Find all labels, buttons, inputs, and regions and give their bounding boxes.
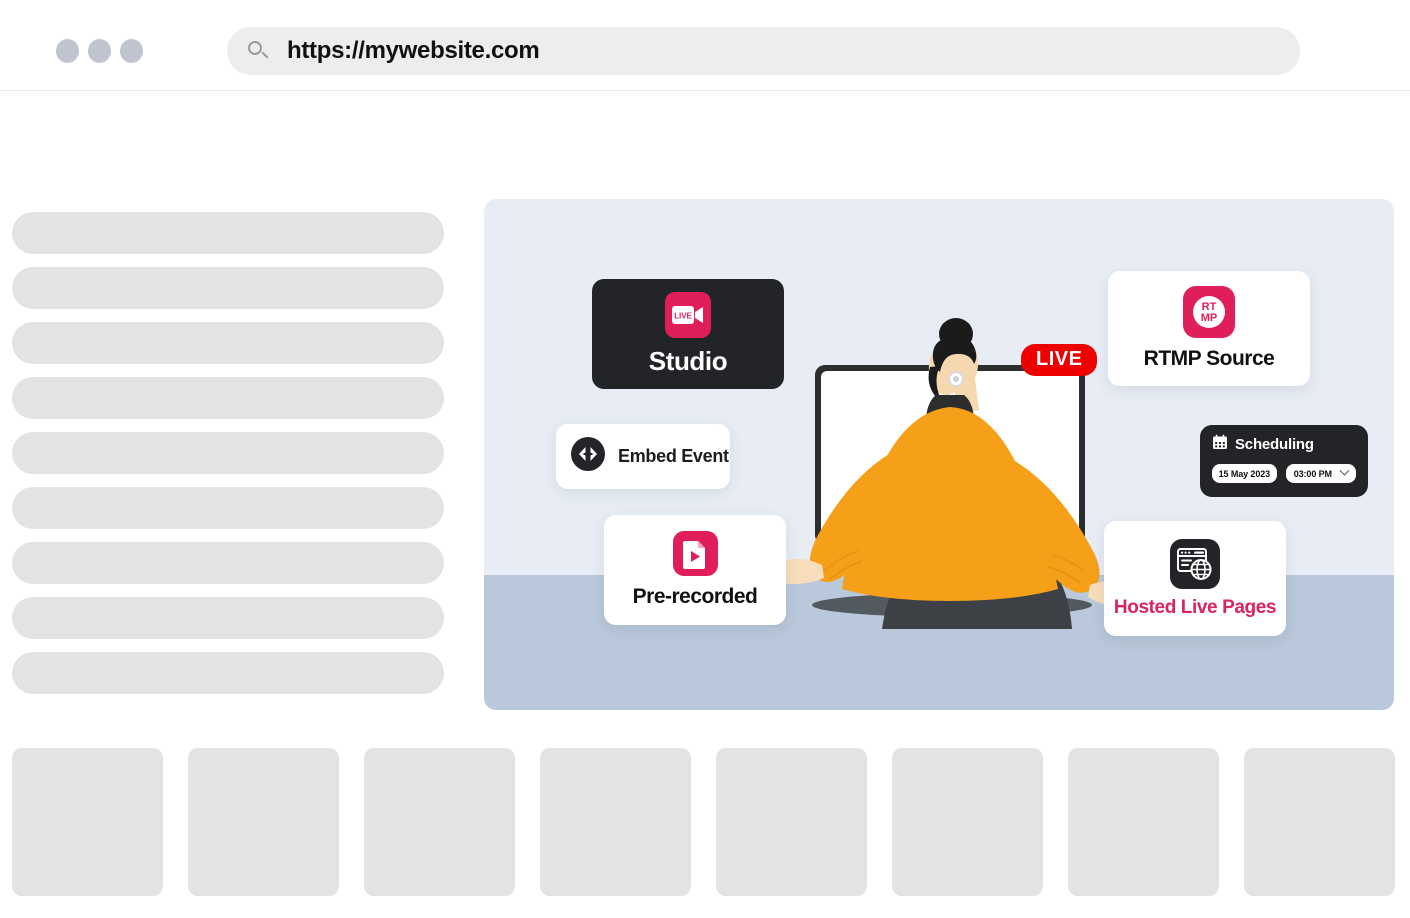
- window-controls[interactable]: [56, 39, 143, 63]
- skeleton-bar: [12, 377, 444, 419]
- card-embed-event-label: Embed Event: [618, 446, 729, 466]
- skeleton-bar: [12, 432, 444, 474]
- floor-shadow: [812, 593, 1092, 617]
- card-pre-recorded-label: Pre-recorded: [632, 585, 758, 608]
- skeleton-bar: [12, 597, 444, 639]
- code-brackets-icon: [570, 436, 606, 477]
- calendar-icon: [1212, 434, 1228, 455]
- live-camera-icon: LIVE: [665, 291, 711, 338]
- skeleton-thumbnail: [540, 748, 691, 896]
- address-bar[interactable]: https://mywebsite.com: [227, 27, 1300, 75]
- scheduling-header: Scheduling: [1212, 434, 1356, 455]
- live-badge: LIVE: [1021, 344, 1098, 376]
- card-pre-recorded[interactable]: Pre-recorded: [604, 515, 786, 625]
- skeleton-thumbnail: [1068, 748, 1219, 896]
- scheduling-time-value: 03:00 PM: [1293, 468, 1332, 479]
- window-dot-close[interactable]: [56, 39, 79, 63]
- skeleton-thumbnail: [892, 748, 1043, 896]
- video-screen: [815, 365, 1085, 545]
- document-play-icon: [672, 531, 718, 576]
- svg-text:LIVE: LIVE: [674, 311, 692, 320]
- skeleton-thumbnail: [1244, 748, 1395, 896]
- browser-window: https://mywebsite.com LIVE LIVE Studio E…: [0, 0, 1410, 918]
- scheduling-date-input[interactable]: 15 May 2023: [1212, 464, 1277, 483]
- skeleton-thumbnail: [364, 748, 515, 896]
- chevron-down-icon: [1339, 465, 1350, 476]
- hero-panel: LIVE LIVE Studio Embed Event Pre-recorde…: [484, 199, 1394, 710]
- card-hosted-live-pages[interactable]: Hosted Live Pages: [1104, 521, 1286, 636]
- thumbnail-skeleton-row: [12, 748, 1395, 896]
- skeleton-bar: [12, 267, 444, 309]
- skeleton-bar: [12, 652, 444, 694]
- card-hosted-live-pages-label: Hosted Live Pages: [1113, 596, 1277, 618]
- scheduling-fields: 15 May 2023 03:00 PM: [1212, 464, 1356, 483]
- search-icon: [245, 38, 271, 64]
- skeleton-bar: [12, 542, 444, 584]
- address-bar-url[interactable]: https://mywebsite.com: [287, 37, 540, 65]
- scheduling-title: Scheduling: [1235, 436, 1314, 453]
- card-rtmp-source[interactable]: RT MP RTMP Source: [1108, 271, 1310, 386]
- card-studio-label: Studio: [648, 345, 728, 376]
- browser-globe-icon: [1170, 538, 1220, 589]
- window-dot-minimize[interactable]: [88, 39, 111, 63]
- skeleton-bar: [12, 212, 444, 254]
- svg-text:MP: MP: [1201, 312, 1218, 324]
- card-studio[interactable]: LIVE Studio: [592, 279, 784, 389]
- skeleton-thumbnail: [12, 748, 163, 896]
- scheduling-time-select[interactable]: 03:00 PM: [1285, 464, 1356, 483]
- skeleton-thumbnail: [188, 748, 339, 896]
- sidebar-skeleton: [12, 212, 444, 707]
- card-embed-event[interactable]: Embed Event: [556, 424, 730, 489]
- card-rtmp-source-label: RTMP Source: [1143, 347, 1275, 370]
- skeleton-bar: [12, 487, 444, 529]
- skeleton-bar: [12, 322, 444, 364]
- card-scheduling[interactable]: Scheduling 15 May 2023 03:00 PM: [1200, 425, 1368, 497]
- browser-toolbar: https://mywebsite.com: [0, 0, 1410, 91]
- skeleton-thumbnail: [716, 748, 867, 896]
- rtmp-badge-icon: RT MP: [1183, 286, 1235, 338]
- window-dot-maximize[interactable]: [120, 39, 143, 63]
